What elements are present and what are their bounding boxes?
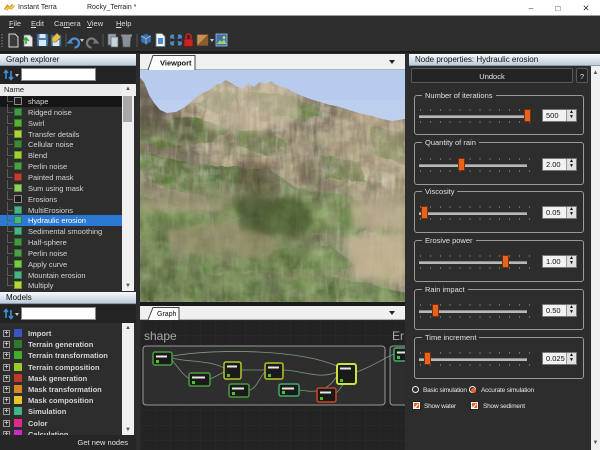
svg-text:shape: shape xyxy=(144,329,177,343)
svg-text:Viewport: Viewport xyxy=(160,59,192,68)
svg-text:Er: Er xyxy=(392,329,404,343)
svg-text:Graph: Graph xyxy=(157,311,177,318)
